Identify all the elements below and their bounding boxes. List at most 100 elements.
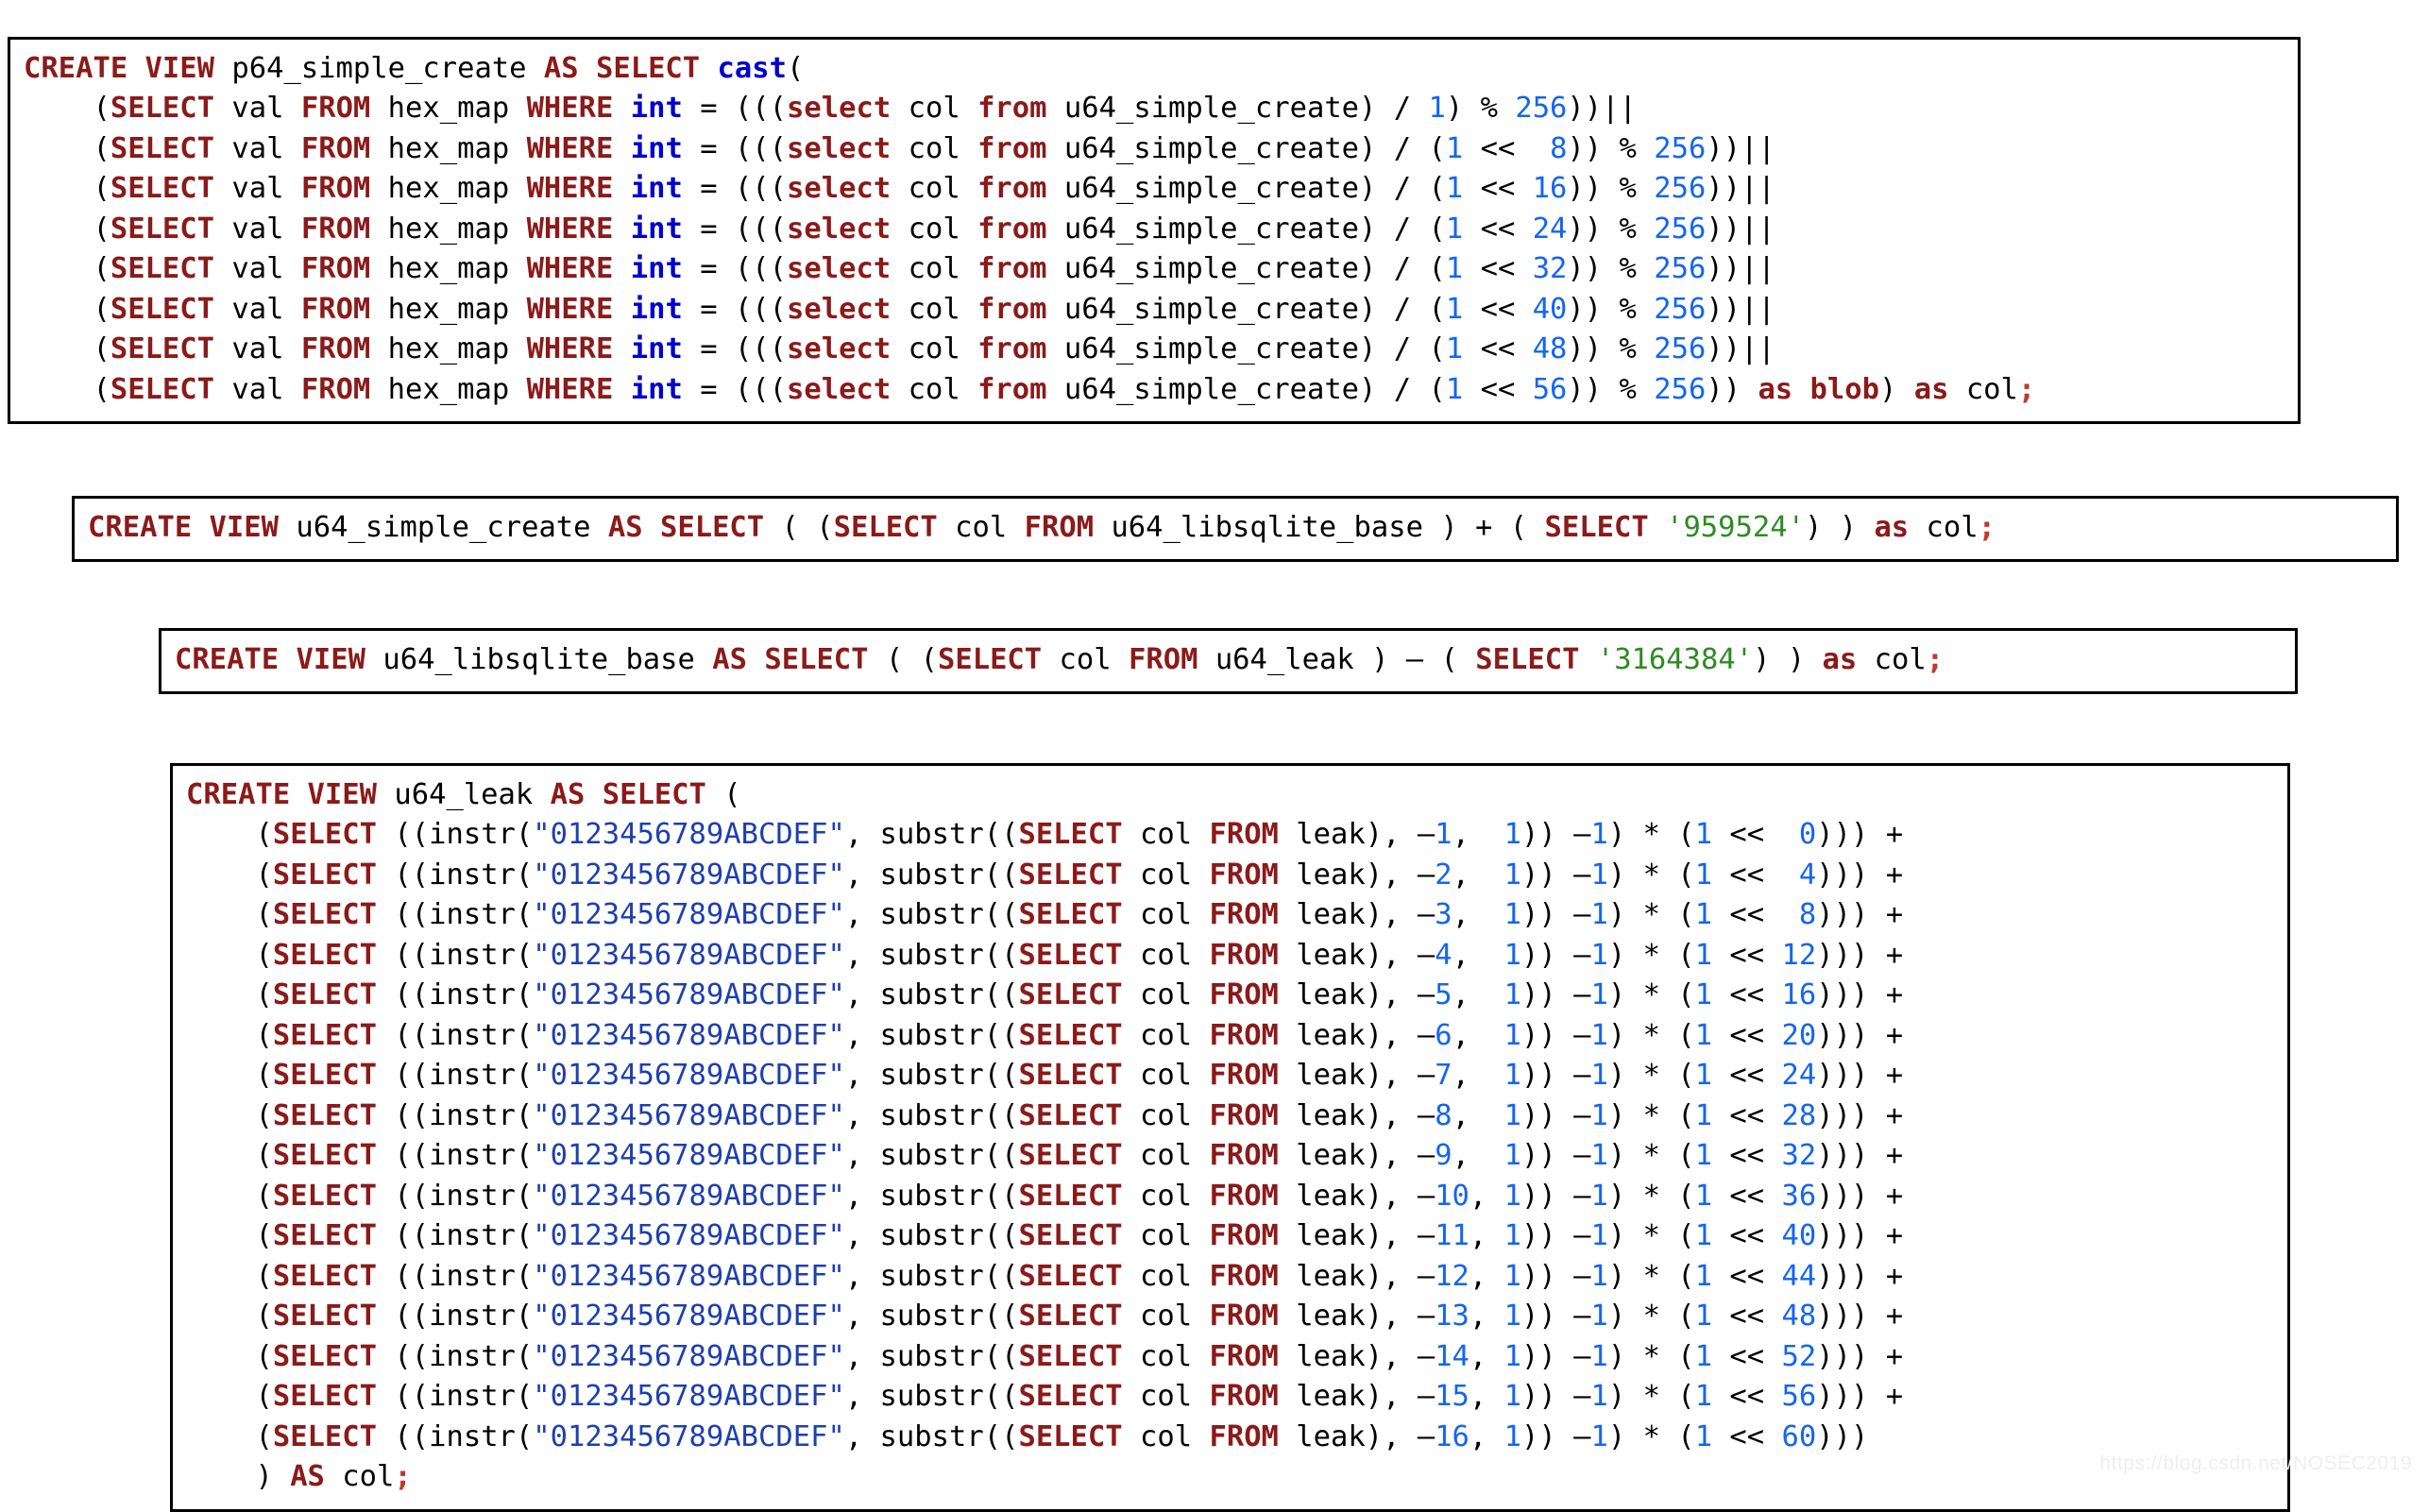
token-pl: u64_simple_create) / ( [1046, 372, 1446, 406]
token-pl: col [891, 292, 978, 326]
token-kw: FROM [1209, 1380, 1279, 1413]
token-num: 1 [1503, 1300, 1522, 1333]
token-kw: SELECT [110, 372, 215, 406]
code-line: (SELECT val FROM hex_map WHERE int = (((… [24, 293, 1775, 326]
token-num: 44 [1781, 1259, 1817, 1293]
token-kw: SELECT [833, 510, 938, 544]
token-num: 24 [1532, 212, 1568, 246]
token-fn: int [630, 92, 683, 125]
token-pl: leak), – [1278, 1018, 1435, 1052]
token-num: 256 [1654, 292, 1707, 326]
code-line: ) AS col; [186, 1460, 411, 1493]
token-kw: SELECT [272, 1179, 378, 1213]
token-kw: SELECT [272, 1098, 378, 1132]
token-kw: SELECT [272, 1139, 378, 1172]
token-num: 1 [1503, 938, 1522, 972]
token-kw: WHERE [526, 131, 614, 165]
token-pl: val [214, 92, 301, 125]
token-pl: ((instr( [377, 1419, 534, 1453]
token-num: 1 [1503, 1259, 1522, 1293]
token-num: 5 [1435, 978, 1452, 1011]
token-dq: "0123456789ABCDEF" [533, 1380, 845, 1413]
token-pl: , substr(( [844, 898, 1019, 931]
token-pl: u64_simple_create [279, 510, 608, 544]
token-pl: ))|| [1706, 172, 1775, 205]
token-kw: as blob [1758, 372, 1879, 406]
watermark-text: https://blog.csdn.net/NOSEC2019 [2099, 1453, 2412, 1474]
token-pl: , [1452, 1018, 1504, 1052]
token-dq: "0123456789ABCDEF" [533, 1259, 845, 1293]
token-pl: leak), – [1278, 978, 1435, 1011]
token-num: 8 [1550, 131, 1568, 165]
token-kw: WHERE [526, 92, 614, 125]
token-pl: ) * ( [1607, 818, 1695, 851]
token-num: 12 [1435, 1259, 1469, 1293]
token-pl: = ((( [682, 252, 788, 285]
token-pl: ((instr( [377, 1380, 534, 1413]
token-pl: << [1712, 1179, 1782, 1213]
token-num: 1 [1694, 1300, 1713, 1333]
token-num: 1 [1590, 938, 1608, 972]
token-pl: ) [1878, 372, 1914, 406]
token-kw: SELECT [1018, 1380, 1123, 1413]
token-pl: ( [186, 1018, 273, 1052]
token-kw: SELECT [110, 172, 215, 205]
token-pl: )) – [1521, 978, 1591, 1011]
code-line: (SELECT ((instr("0123456789ABCDEF", subs… [186, 1059, 1903, 1092]
token-dq: "0123456789ABCDEF" [533, 1219, 845, 1252]
token-pl: ) ) [1804, 510, 1875, 544]
token-num: 1 [1503, 1419, 1522, 1453]
token-num: 1 [1694, 978, 1713, 1011]
token-fn: int [630, 252, 683, 285]
token-kw: WHERE [526, 252, 614, 285]
token-pl: ( [186, 1339, 273, 1373]
token-pl: col [1122, 858, 1210, 892]
token-pl: ) * ( [1607, 1018, 1695, 1052]
token-pl: )) % [1567, 332, 1655, 365]
token-pl: ((instr( [377, 1300, 534, 1333]
token-fn: int [630, 292, 683, 326]
token-pl: , substr(( [844, 1098, 1019, 1132]
token-kw: from [977, 332, 1047, 365]
token-pl: , substr(( [844, 1419, 1019, 1453]
token-dq: "0123456789ABCDEF" [533, 1419, 845, 1453]
token-pl: ( [186, 1059, 273, 1092]
token-pl: hex_map [370, 212, 527, 246]
token-pl: ))|| [1706, 212, 1775, 246]
token-kw: SELECT [272, 1259, 378, 1293]
token-kw: FROM [300, 92, 371, 125]
token-kw: FROM [300, 332, 371, 365]
token-num: 1 [1694, 1098, 1713, 1132]
token-pl: )) % [1567, 172, 1655, 205]
token-num: 1 [1590, 1380, 1608, 1413]
token-pl: ( [24, 92, 110, 125]
create-view-p64-simple-create: CREATE VIEW p64_simple_create AS SELECT … [8, 36, 2301, 424]
token-pl: ))) + [1816, 1339, 1904, 1373]
token-pl: )) – [1521, 1219, 1591, 1252]
token-kw: SELECT [1018, 1259, 1123, 1293]
token-pl: ((instr( [377, 1059, 534, 1092]
token-num: 48 [1532, 332, 1568, 365]
code-line: (SELECT val FROM hex_map WHERE int = (((… [24, 373, 2035, 406]
token-pl: col [1122, 1300, 1210, 1333]
token-kw: SELECT [110, 92, 215, 125]
token-pl: , [1469, 1259, 1504, 1293]
token-kw: SELECT [1018, 1179, 1123, 1213]
token-str: '3164384' [1596, 642, 1754, 676]
token-pl: ) * ( [1607, 978, 1695, 1011]
token-kw: FROM [300, 212, 371, 246]
token-pl: )) – [1521, 818, 1591, 851]
token-num: 6 [1435, 1018, 1452, 1052]
token-pl: ) * ( [1607, 1059, 1695, 1092]
token-pl: p64_simple_create [214, 51, 544, 85]
token-pl: col [324, 1460, 395, 1493]
token-kw: FROM [1209, 1018, 1279, 1052]
token-dq: "0123456789ABCDEF" [533, 978, 845, 1011]
token-num: 1 [1590, 1139, 1608, 1172]
token-pl: leak), – [1278, 1059, 1435, 1092]
token-pl: leak), – [1278, 1219, 1435, 1252]
token-pl: ( [186, 1419, 273, 1453]
token-pl: ( [186, 1139, 273, 1172]
